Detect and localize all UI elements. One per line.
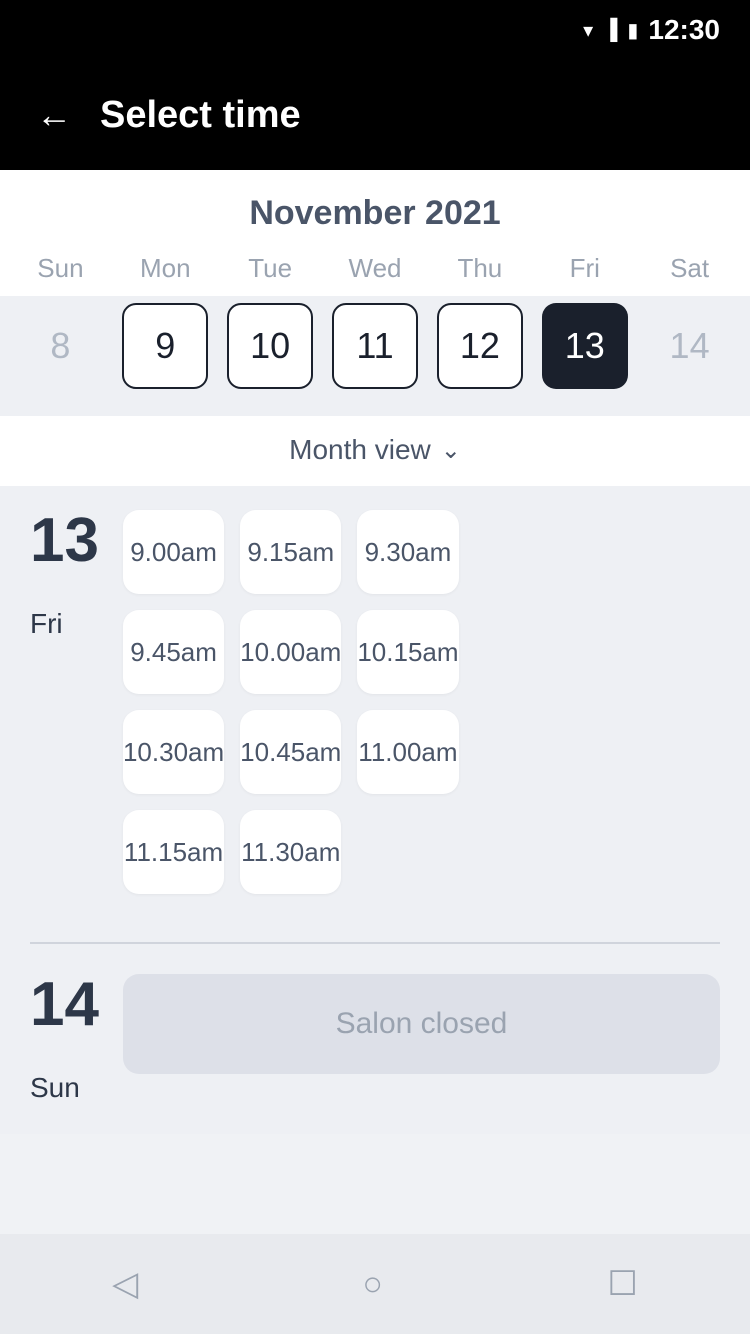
date-button-8[interactable]: 8 [17, 303, 103, 389]
back-nav-icon: ◁ [112, 1264, 138, 1304]
time-slots-grid-13: 9.00am 9.15am 9.30am 9.45am 10.00am 10.1… [123, 510, 459, 894]
bottom-nav: ◁ ○ ☐ [0, 1234, 750, 1334]
nav-recents-button[interactable]: ☐ [607, 1264, 637, 1304]
weekday-mon: Mon [113, 253, 218, 284]
time-slot-1030am[interactable]: 10.30am [123, 710, 224, 794]
date-cell-13: 13 [532, 296, 637, 396]
dates-row: 8 9 10 11 12 13 14 [0, 296, 750, 416]
month-view-label: Month view [289, 434, 431, 466]
date-button-10[interactable]: 10 [227, 303, 313, 389]
salon-closed-box: Salon closed [123, 974, 720, 1074]
salon-closed-row: 14 Sun Salon closed [30, 974, 720, 1104]
page-title: Select time [100, 94, 301, 137]
date-button-12[interactable]: 12 [437, 303, 523, 389]
time-slot-915am[interactable]: 9.15am [240, 510, 341, 594]
day-section-14: 14 Sun Salon closed [30, 974, 720, 1134]
home-nav-icon: ○ [363, 1265, 384, 1304]
weekdays-row: Sun Mon Tue Wed Thu Fri Sat [0, 253, 750, 296]
weekday-fri: Fri [532, 253, 637, 284]
slots-section: 13 Fri 9.00am 9.15am 9.30am 9.45am 10.00… [0, 486, 750, 1134]
back-button[interactable]: ← [36, 97, 72, 133]
wifi-icon: ▾ [583, 18, 593, 43]
time-slot-930am[interactable]: 9.30am [357, 510, 458, 594]
month-view-toggle[interactable]: Month view ⌄ [0, 416, 750, 486]
day-section-13: 13 Fri 9.00am 9.15am 9.30am 9.45am 10.00… [30, 510, 720, 942]
time-slot-1045am[interactable]: 10.45am [240, 710, 341, 794]
recents-nav-icon: ☐ [607, 1264, 637, 1304]
status-icons: ▾ ▐ ▮ 12:30 [583, 14, 720, 46]
date-cell-11: 11 [323, 296, 428, 396]
weekday-thu: Thu [427, 253, 532, 284]
date-cell-8: 8 [8, 296, 113, 396]
date-button-11[interactable]: 11 [332, 303, 418, 389]
time-slot-1115am[interactable]: 11.15am [123, 810, 224, 894]
time-slot-1100am[interactable]: 11.00am [357, 710, 458, 794]
calendar-section: November 2021 Sun Mon Tue Wed Thu Fri Sa… [0, 170, 750, 486]
date-cell-12: 12 [427, 296, 532, 396]
time-slot-900am[interactable]: 9.00am [123, 510, 224, 594]
battery-icon: ▮ [627, 18, 638, 43]
time-slot-945am[interactable]: 9.45am [123, 610, 224, 694]
nav-home-button[interactable]: ○ [363, 1265, 384, 1304]
weekday-sat: Sat [637, 253, 742, 284]
time-slot-1130am[interactable]: 11.30am [240, 810, 341, 894]
date-button-9[interactable]: 9 [122, 303, 208, 389]
date-cell-9: 9 [113, 296, 218, 396]
nav-back-button[interactable]: ◁ [112, 1264, 138, 1304]
weekday-wed: Wed [323, 253, 428, 284]
salon-closed-label: Salon closed [336, 1007, 508, 1041]
status-time: 12:30 [648, 14, 720, 46]
date-button-13[interactable]: 13 [542, 303, 628, 389]
date-cell-14: 14 [637, 296, 742, 396]
time-slot-1015am[interactable]: 10.15am [357, 610, 458, 694]
chevron-down-icon: ⌄ [441, 436, 461, 465]
status-bar: ▾ ▐ ▮ 12:30 [0, 0, 750, 60]
signal-icon: ▐ [603, 19, 617, 42]
header: ← Select time [0, 60, 750, 170]
day-name-fri: Fri [30, 608, 99, 640]
day-divider [30, 942, 720, 944]
date-button-14[interactable]: 14 [647, 303, 733, 389]
weekday-sun: Sun [8, 253, 113, 284]
day-header-14: 14 Sun [30, 974, 99, 1104]
day-number-13: 13 Fri [30, 510, 99, 640]
calendar-month: November 2021 [0, 194, 750, 253]
day-number-14: 14 [30, 974, 99, 1036]
day-header-13: 13 Fri 9.00am 9.15am 9.30am 9.45am 10.00… [30, 510, 720, 894]
weekday-tue: Tue [218, 253, 323, 284]
time-slot-1000am[interactable]: 10.00am [240, 610, 341, 694]
day-name-sun: Sun [30, 1072, 99, 1104]
date-cell-10: 10 [218, 296, 323, 396]
